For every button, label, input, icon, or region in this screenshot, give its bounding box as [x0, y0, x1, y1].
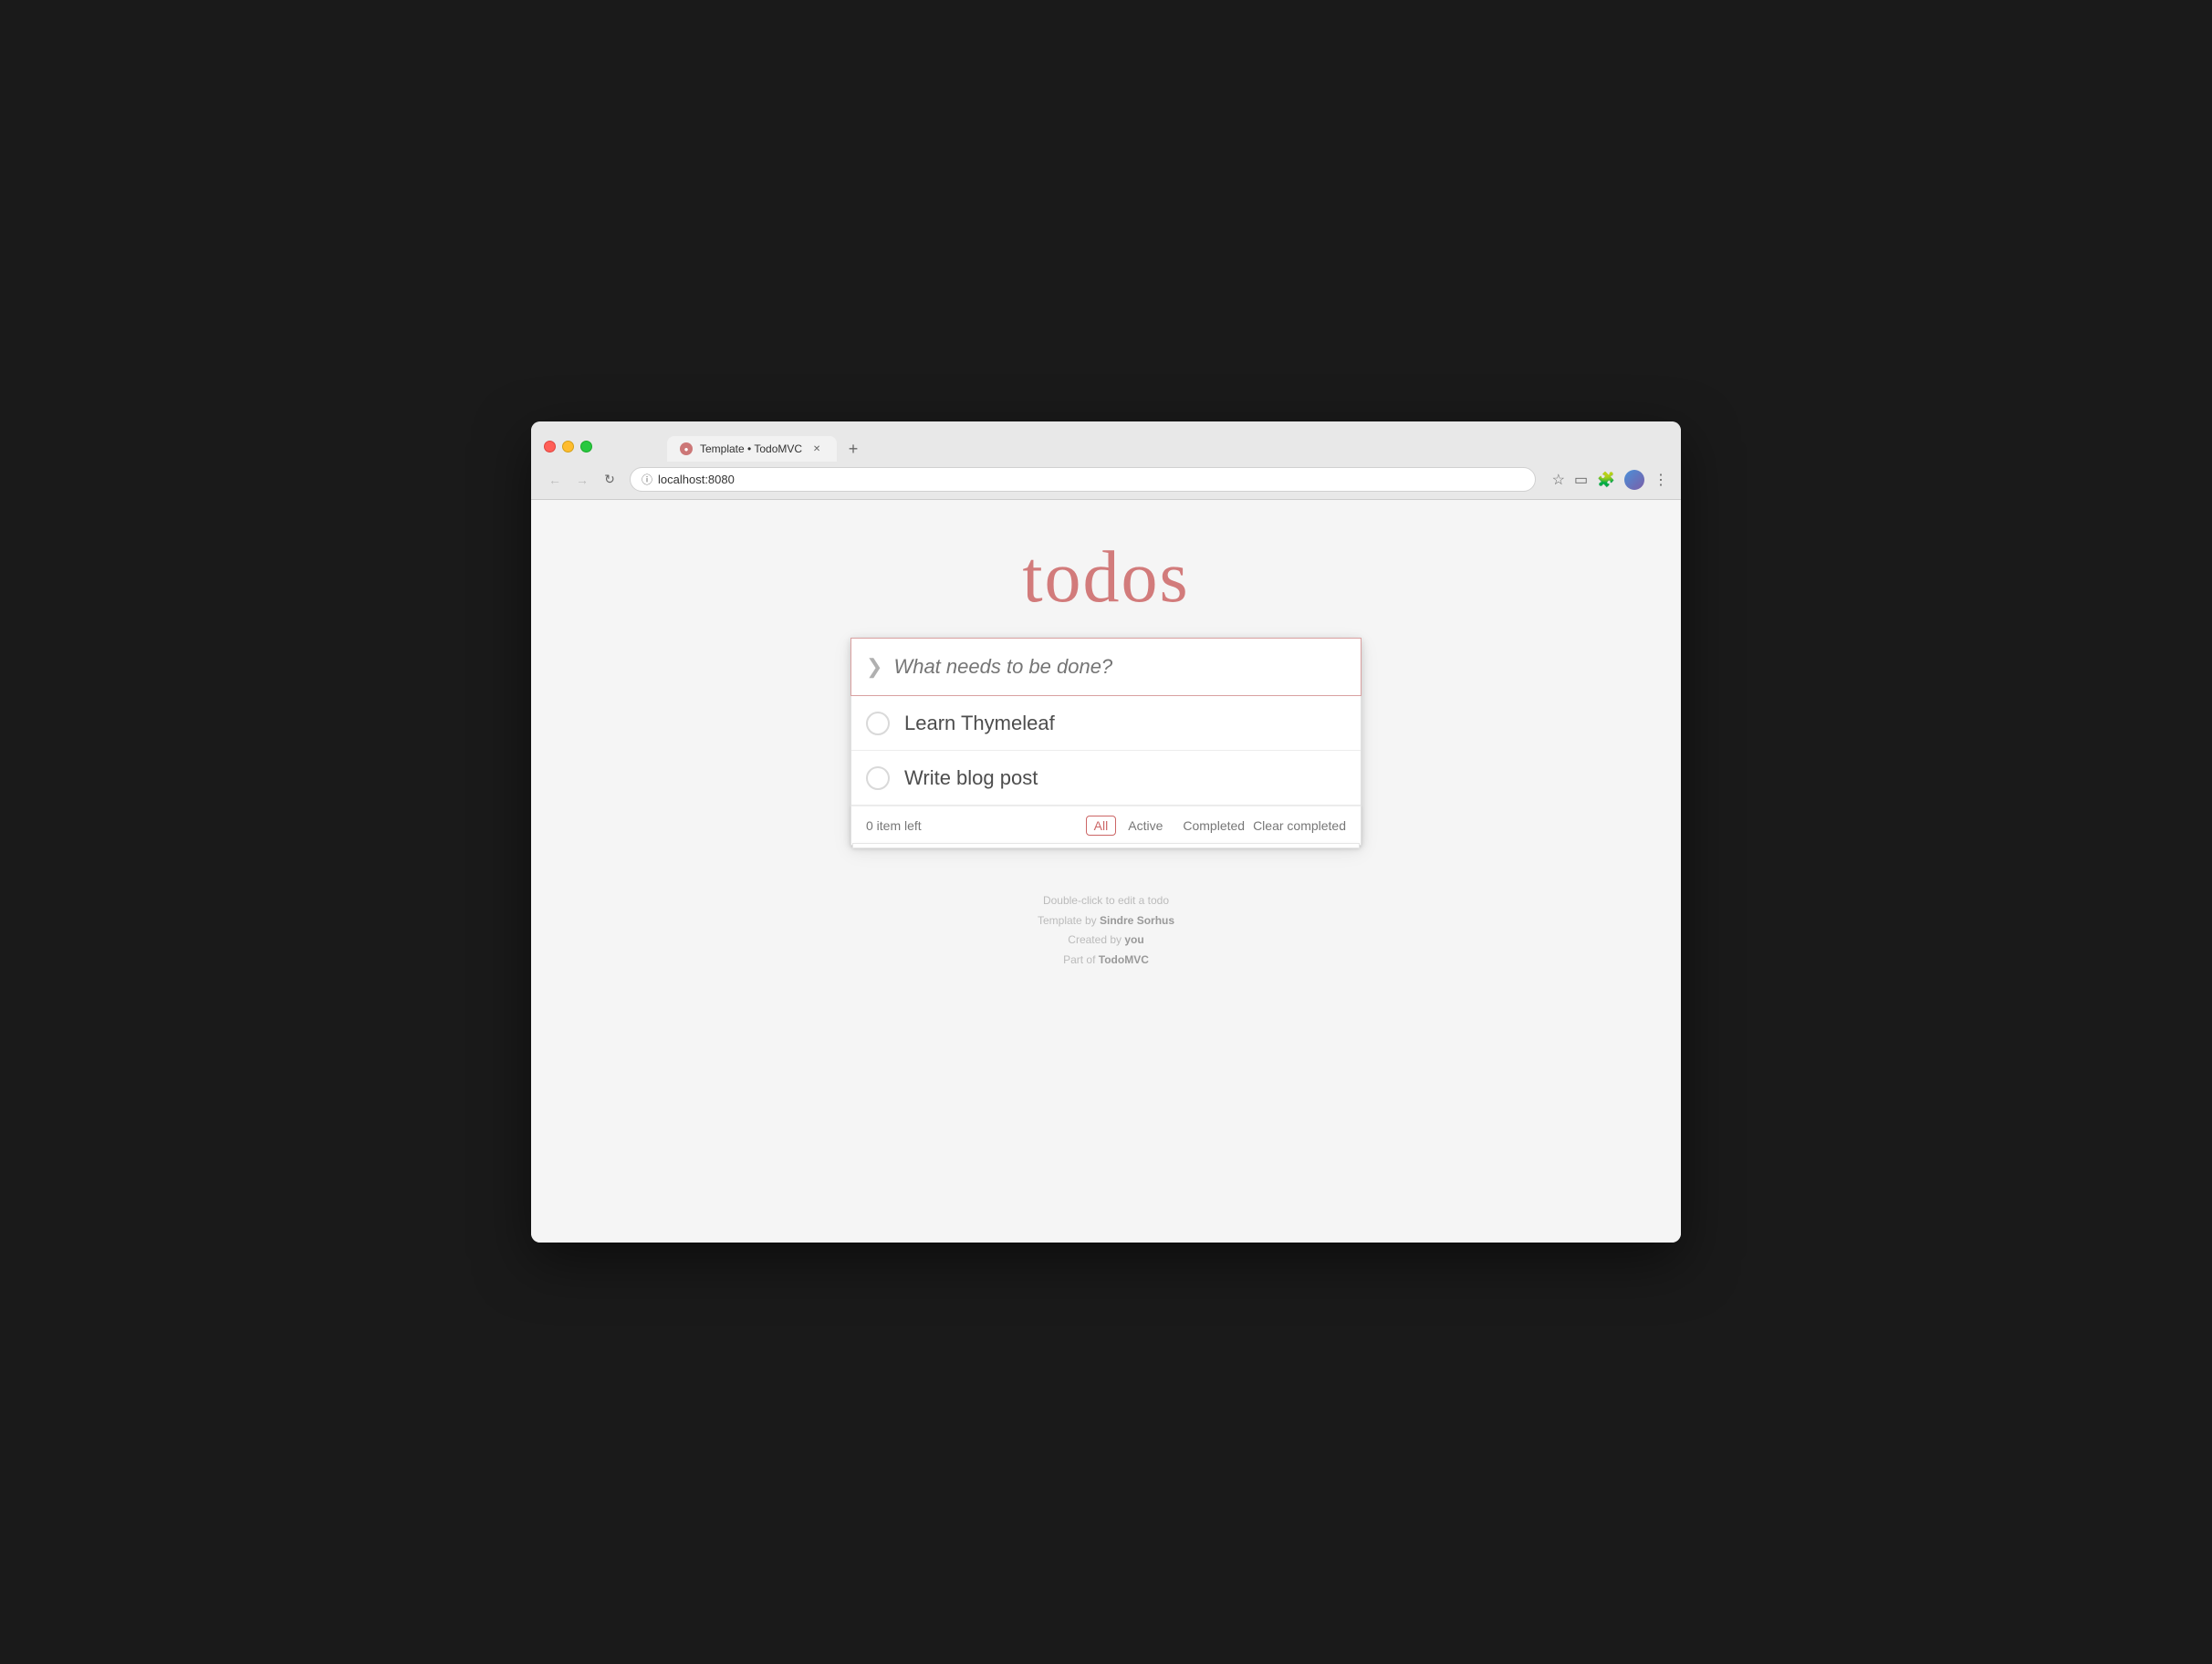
- filter-all-button[interactable]: All: [1086, 816, 1117, 836]
- todo-item: Learn Thymeleaf: [851, 696, 1361, 751]
- nav-buttons: ← → ↻: [544, 469, 621, 491]
- toggle-all-button[interactable]: ❯: [866, 655, 882, 679]
- minimize-window-button[interactable]: [562, 441, 574, 452]
- footer-template: Template by Sindre Sorhus: [1038, 911, 1174, 931]
- footer-todomvc-link[interactable]: TodoMVC: [1099, 953, 1149, 966]
- filter-completed-button[interactable]: Completed: [1174, 816, 1253, 836]
- footer-template-author-link[interactable]: Sindre Sorhus: [1100, 914, 1174, 927]
- address-bar: ← → ↻ ⓘ localhost:8080 ☆ ▭ 🧩 ⋮: [531, 462, 1681, 499]
- tab-close-button[interactable]: ✕: [809, 442, 824, 456]
- todo-label-2: Write blog post: [904, 766, 1346, 790]
- clear-completed-button[interactable]: Clear completed: [1253, 818, 1346, 833]
- todo-item: Write blog post: [851, 751, 1361, 806]
- todo-input-area: ❯: [850, 638, 1362, 696]
- back-button[interactable]: ←: [544, 469, 566, 491]
- footer-created-author-link[interactable]: you: [1124, 933, 1143, 946]
- url-security-icon: ⓘ: [642, 472, 652, 487]
- tabs-bar: ● Template • TodoMVC ✕ +: [654, 431, 879, 462]
- footer-part-of: Part of: [1063, 953, 1099, 966]
- browser-actions: ☆ ▭ 🧩 ⋮: [1552, 470, 1668, 490]
- todo-app: ❯ Learn Thymeleaf Write blog post 0 item…: [850, 638, 1362, 846]
- url-text: localhost:8080: [658, 473, 735, 486]
- footer-hint: Double-click to edit a todo: [1038, 891, 1174, 911]
- title-bar: ● Template • TodoMVC ✕ +: [531, 421, 1681, 462]
- filter-buttons: All Active Completed: [1086, 816, 1253, 836]
- traffic-lights: [544, 441, 592, 452]
- browser-chrome: ● Template • TodoMVC ✕ + ← → ↻ ⓘ localho…: [531, 421, 1681, 500]
- url-bar[interactable]: ⓘ localhost:8080: [630, 467, 1536, 492]
- footer-info: Double-click to edit a todo Template by …: [1038, 891, 1174, 970]
- filter-active-button[interactable]: Active: [1120, 816, 1171, 836]
- todo-checkbox-2[interactable]: [866, 766, 890, 790]
- footer-template-by: Template by: [1038, 914, 1100, 927]
- new-todo-input[interactable]: [893, 655, 1346, 679]
- profile-icon[interactable]: [1624, 470, 1644, 490]
- footer-created: Created by you: [1038, 931, 1174, 951]
- bookmark-button[interactable]: ☆: [1552, 471, 1565, 489]
- tab-favicon-icon: ●: [680, 442, 693, 455]
- todo-footer: 0 item left All Active Completed Clear c…: [850, 806, 1362, 846]
- page-content: todos ❯ Learn Thymeleaf Write blog post: [531, 500, 1681, 1243]
- todo-label-1: Learn Thymeleaf: [904, 712, 1346, 735]
- new-tab-button[interactable]: +: [840, 436, 866, 462]
- browser-tab[interactable]: ● Template • TodoMVC ✕: [667, 436, 837, 462]
- todo-list: Learn Thymeleaf Write blog post: [850, 696, 1362, 806]
- app-title: todos: [1022, 536, 1189, 619]
- cast-button[interactable]: ▭: [1574, 471, 1588, 489]
- extensions-button[interactable]: 🧩: [1597, 471, 1615, 489]
- tab-title: Template • TodoMVC: [700, 442, 802, 455]
- maximize-window-button[interactable]: [580, 441, 592, 452]
- footer-created-by: Created by: [1068, 933, 1124, 946]
- reload-button[interactable]: ↻: [599, 469, 621, 491]
- menu-button[interactable]: ⋮: [1654, 471, 1668, 489]
- browser-window: ● Template • TodoMVC ✕ + ← → ↻ ⓘ localho…: [531, 421, 1681, 1243]
- footer-part: Part of TodoMVC: [1038, 951, 1174, 971]
- close-window-button[interactable]: [544, 441, 556, 452]
- item-count: 0 item left: [866, 818, 1086, 833]
- forward-button[interactable]: →: [571, 469, 593, 491]
- todo-checkbox-1[interactable]: [866, 712, 890, 735]
